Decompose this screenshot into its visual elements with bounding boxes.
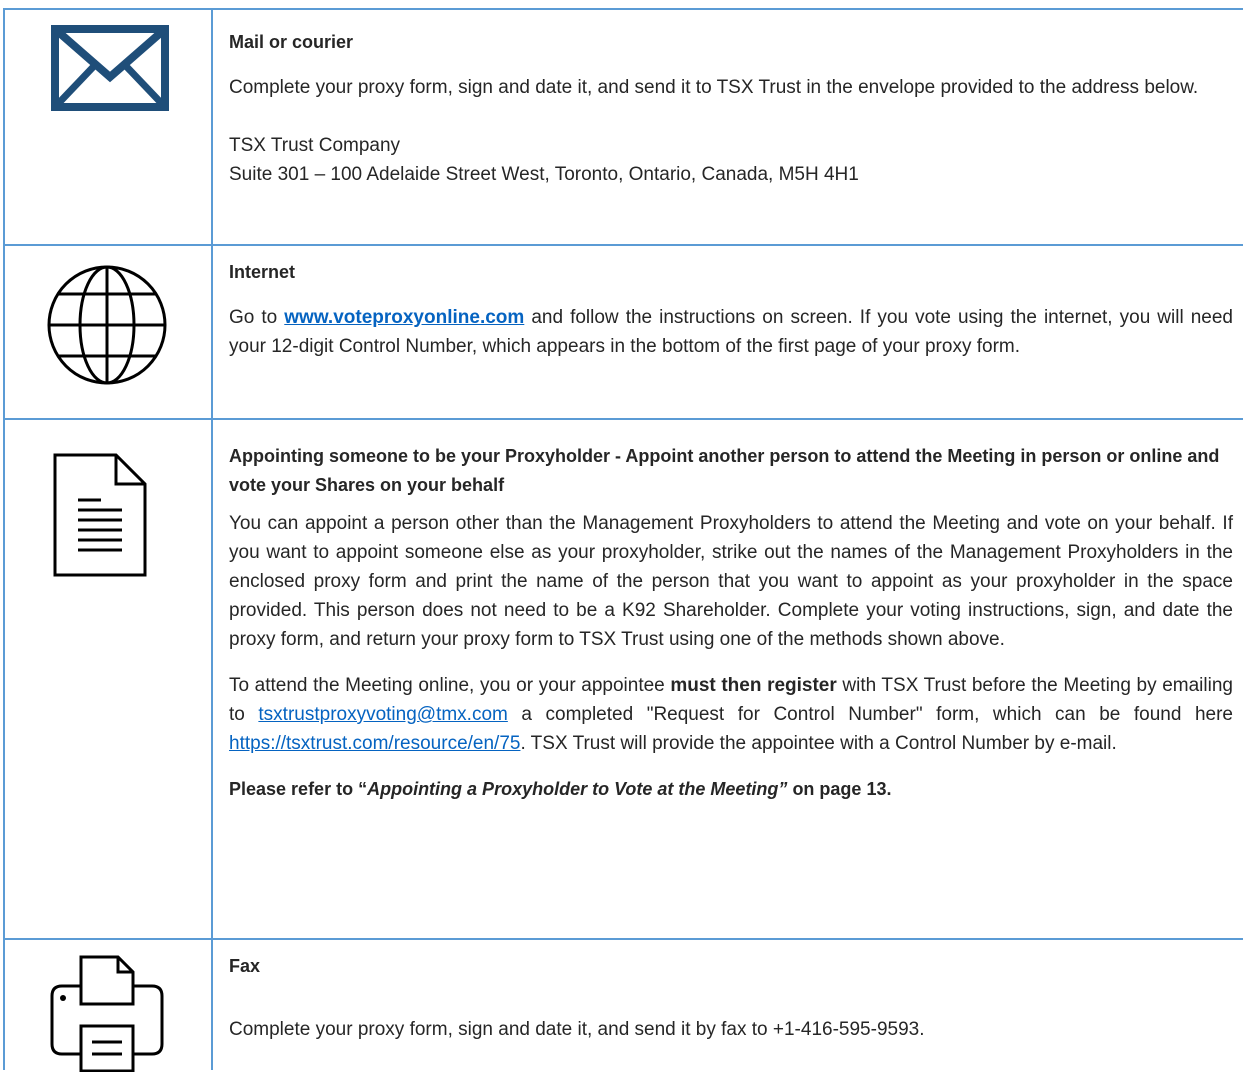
internet-heading: Internet xyxy=(229,262,296,282)
appoint-row: Appointing someone to be your Proxyholde… xyxy=(3,418,1243,940)
must-register-text: must then register xyxy=(670,675,837,696)
mail-row: Mail or courier Complete your proxy form… xyxy=(3,8,1243,246)
envelope-icon xyxy=(51,25,169,111)
mail-body: Complete your proxy form, sign and date … xyxy=(229,77,1199,98)
mail-address-line2: Suite 301 – 100 Adelaide Street West, To… xyxy=(229,164,859,185)
refer-b: on page 13. xyxy=(787,779,892,799)
voteproxyonline-link[interactable]: www.voteproxyonline.com xyxy=(284,307,524,328)
appoint-body2-d: . TSX Trust will provide the appointee w… xyxy=(520,733,1117,754)
document-icon xyxy=(53,453,147,577)
email-link[interactable]: tsxtrustproxyvoting@tmx.com xyxy=(258,704,507,725)
mail-icon-cell xyxy=(3,10,213,246)
appoint-body1: You can appoint a person other than the … xyxy=(229,513,1233,650)
appoint-body2: To attend the Meeting online, you or you… xyxy=(229,671,1233,758)
appoint-body2-c: a completed "Request for Control Number"… xyxy=(507,704,1234,725)
appoint-body2-a: To attend the Meeting online, you or you… xyxy=(229,675,671,696)
globe-icon xyxy=(47,265,167,385)
mail-heading: Mail or courier xyxy=(229,32,354,52)
appoint-icon-cell xyxy=(3,420,213,940)
refer-a: Please refer to “ xyxy=(229,779,368,799)
internet-row: Internet Go to www.voteproxyonline.com a… xyxy=(3,244,1243,420)
fax-icon xyxy=(50,955,164,1072)
fax-icon-cell xyxy=(3,940,213,1072)
internet-content: Internet Go to www.voteproxyonline.com a… xyxy=(229,258,1233,361)
fax-body: Complete your proxy form, sign and date … xyxy=(229,1019,925,1040)
fax-heading: Fax xyxy=(229,956,261,976)
internet-body: Go to www.voteproxyonline.com and follow… xyxy=(229,303,1233,361)
appoint-heading: Appointing someone to be your Proxyholde… xyxy=(229,446,1220,495)
appoint-content: Appointing someone to be your Proxyholde… xyxy=(229,442,1233,804)
fax-row: Fax Complete your proxy form, sign and d… xyxy=(3,938,1243,1072)
fax-content: Fax Complete your proxy form, sign and d… xyxy=(229,952,1233,1044)
tsxtrust-resource-link[interactable]: https://tsxtrust.com/resource/en/75 xyxy=(229,733,520,754)
internet-body-pre: Go to xyxy=(229,307,285,328)
internet-icon-cell xyxy=(3,246,213,420)
refer-italic: Appointing a Proxyholder to Vote at the … xyxy=(367,779,788,799)
voting-methods-table: Mail or courier Complete your proxy form… xyxy=(3,8,1243,1072)
mail-address-line1: TSX Trust Company xyxy=(229,135,401,156)
appoint-refer: Please refer to “Appointing a Proxyholde… xyxy=(229,775,1233,804)
mail-content: Mail or courier Complete your proxy form… xyxy=(229,28,1233,189)
